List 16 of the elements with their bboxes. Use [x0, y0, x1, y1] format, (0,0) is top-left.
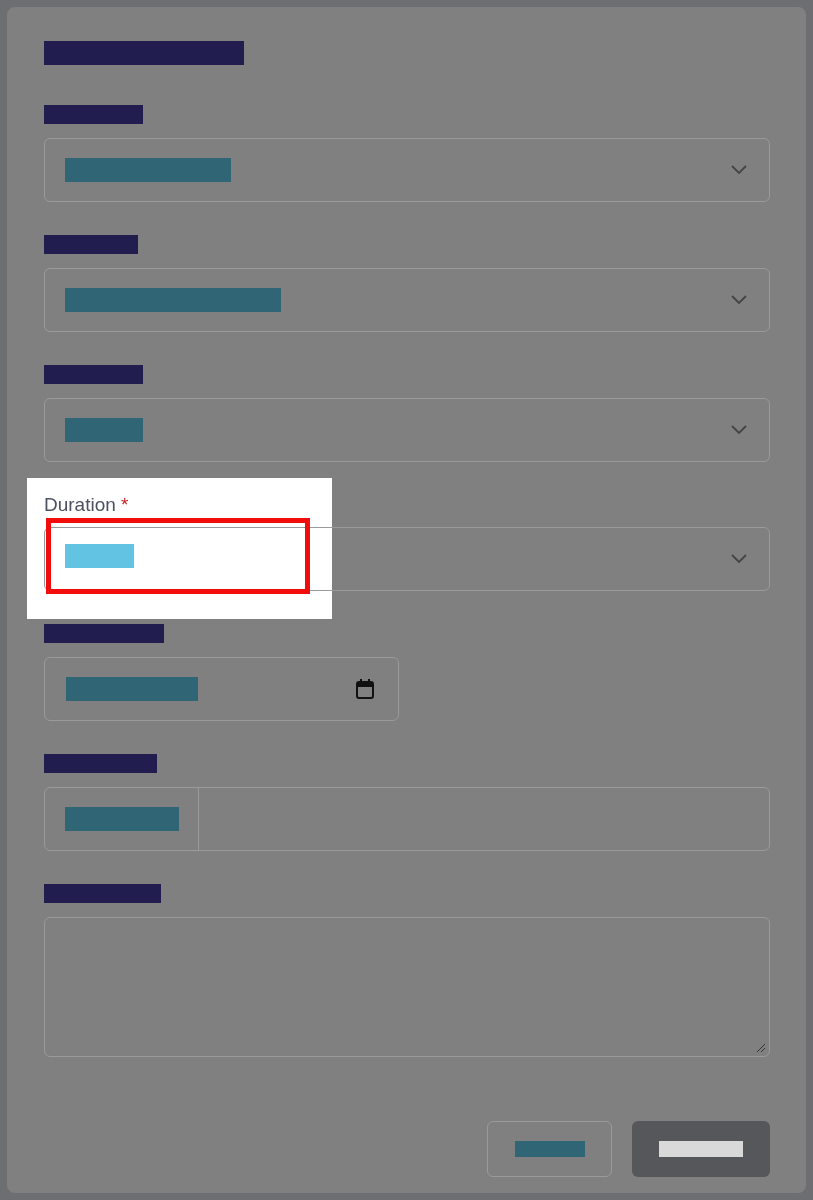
- redacted-value: [65, 544, 134, 568]
- field-label: Duration *: [44, 494, 129, 514]
- chevron-down-icon: [731, 554, 747, 564]
- submit-button[interactable]: [632, 1121, 770, 1177]
- select-field[interactable]: [44, 398, 770, 462]
- input-field[interactable]: [44, 787, 770, 851]
- select-field[interactable]: [44, 527, 770, 591]
- chevron-down-icon: [731, 425, 747, 435]
- calendar-icon: [356, 679, 374, 699]
- cancel-button[interactable]: [487, 1121, 612, 1177]
- select-field[interactable]: [44, 268, 770, 332]
- select-field[interactable]: [44, 138, 770, 202]
- resize-handle-icon: [756, 1043, 766, 1053]
- date-field[interactable]: [44, 657, 399, 721]
- chevron-down-icon: [731, 295, 747, 305]
- chevron-down-icon: [731, 165, 747, 175]
